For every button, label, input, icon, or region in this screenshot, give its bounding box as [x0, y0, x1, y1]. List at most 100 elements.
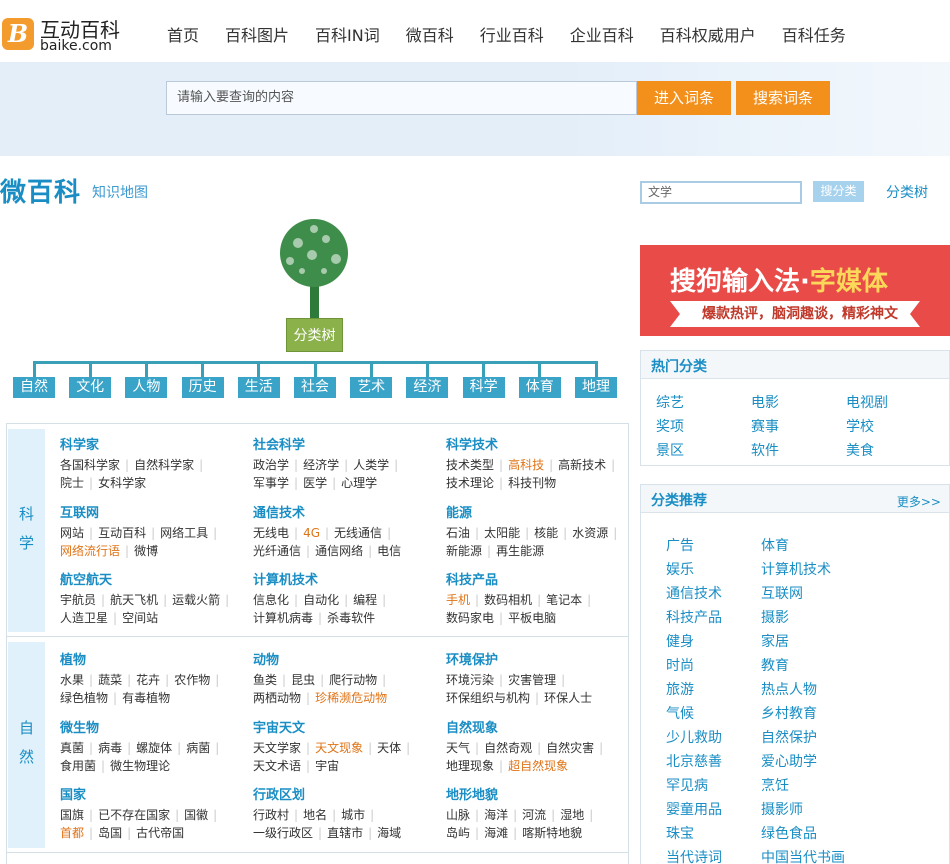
search-input[interactable]: 请输入要查询的内容 — [166, 81, 637, 115]
tree-category-6[interactable]: 艺术 — [350, 377, 393, 398]
hot-category-link[interactable]: 综艺 — [656, 392, 684, 412]
recommended-category-link[interactable]: 罕见病 — [666, 775, 708, 795]
recommended-category-link[interactable]: 科技产品 — [666, 607, 722, 627]
tree-category-0[interactable]: 自然 — [13, 377, 55, 398]
category-item-link[interactable]: 女科学家 — [98, 476, 146, 490]
category-item-link[interactable]: 各国科学家 — [60, 458, 120, 472]
tree-category-1[interactable]: 文化 — [69, 377, 112, 398]
category-item-link[interactable]: 高科技 — [508, 458, 544, 472]
tree-category-7[interactable]: 经济 — [406, 377, 449, 398]
category-item-link[interactable]: 手机 — [446, 593, 470, 607]
recommended-category-link[interactable]: 绿色食品 — [761, 823, 817, 843]
category-group-title[interactable]: 互联网 — [60, 502, 240, 521]
recommended-category-link[interactable]: 北京慈善 — [666, 751, 722, 771]
category-item-link[interactable]: 网络流行语 — [60, 544, 120, 558]
category-item-link[interactable]: 鱼类 — [253, 673, 277, 687]
category-item-link[interactable]: 网络工具 — [160, 526, 208, 540]
category-item-link[interactable]: 灾害管理 — [508, 673, 556, 687]
category-item-link[interactable]: 技术类型 — [446, 458, 494, 472]
tree-category-4[interactable]: 生活 — [237, 377, 280, 398]
category-item-link[interactable]: 数码相机 — [484, 593, 532, 607]
category-item-link[interactable]: 核能 — [534, 526, 558, 540]
recommended-category-link[interactable]: 体育 — [761, 535, 789, 555]
category-item-link[interactable]: 山脉 — [446, 808, 470, 822]
hot-category-link[interactable]: 美食 — [846, 440, 874, 460]
category-item-link[interactable]: 环境污染 — [446, 673, 494, 687]
category-item-link[interactable]: 爬行动物 — [329, 673, 377, 687]
category-item-link[interactable]: 河流 — [522, 808, 546, 822]
category-group-title[interactable]: 通信技术 — [253, 502, 433, 521]
category-item-link[interactable]: 平板电脑 — [508, 611, 556, 625]
category-item-link[interactable]: 螺旋体 — [136, 741, 172, 755]
category-item-link[interactable]: 海洋 — [484, 808, 508, 822]
tree-category-5[interactable]: 社会 — [294, 377, 336, 398]
category-item-link[interactable]: 人造卫星 — [60, 611, 108, 625]
category-item-link[interactable]: 宇航员 — [60, 593, 96, 607]
category-item-link[interactable]: 岛屿 — [446, 826, 470, 840]
section-side-label[interactable]: 科学 — [8, 429, 45, 632]
tree-category-3[interactable]: 历史 — [181, 377, 224, 398]
category-item-link[interactable]: 真菌 — [60, 741, 84, 755]
category-item-link[interactable]: 自然科学家 — [134, 458, 194, 472]
category-item-link[interactable]: 湿地 — [560, 808, 584, 822]
category-item-link[interactable]: 病菌 — [186, 741, 210, 755]
category-item-link[interactable]: 医学 — [303, 476, 327, 490]
category-search-button[interactable]: 搜分类 — [813, 181, 864, 202]
category-item-link[interactable]: 航天飞机 — [110, 593, 158, 607]
category-item-link[interactable]: 计算机病毒 — [253, 611, 313, 625]
category-item-link[interactable]: 已不存在国家 — [98, 808, 170, 822]
category-item-link[interactable]: 无线电 — [253, 526, 289, 540]
category-group-title[interactable]: 地形地貌 — [446, 784, 626, 803]
category-item-link[interactable]: 电信 — [377, 544, 401, 558]
category-group-title[interactable]: 科学技术 — [446, 434, 626, 453]
category-item-link[interactable]: 超自然现象 — [508, 759, 568, 773]
section-side-label[interactable]: 自然 — [8, 642, 45, 848]
category-item-link[interactable]: 数码家电 — [446, 611, 494, 625]
category-item-link[interactable]: 宇宙 — [315, 759, 339, 773]
category-item-link[interactable]: 自然灾害 — [546, 741, 594, 755]
category-group-title[interactable]: 航空航天 — [60, 569, 240, 588]
category-item-link[interactable]: 空间站 — [122, 611, 158, 625]
nav-home[interactable]: 首页 — [154, 24, 212, 48]
category-item-link[interactable]: 国徽 — [184, 808, 208, 822]
hot-category-link[interactable]: 奖项 — [656, 416, 684, 436]
category-group-title[interactable]: 行政区划 — [253, 784, 433, 803]
category-item-link[interactable]: 政治学 — [253, 458, 289, 472]
category-item-link[interactable]: 运载火箭 — [172, 593, 220, 607]
category-item-link[interactable]: 一级行政区 — [253, 826, 313, 840]
tree-category-9[interactable]: 体育 — [518, 377, 561, 398]
category-item-link[interactable]: 国旗 — [60, 808, 84, 822]
more-link[interactable]: 更多>> — [897, 493, 941, 510]
category-item-link[interactable]: 互动百科 — [98, 526, 146, 540]
category-item-link[interactable]: 再生能源 — [496, 544, 544, 558]
nav-tasks[interactable]: 百科任务 — [769, 24, 859, 48]
category-group-title[interactable]: 环境保护 — [446, 649, 626, 668]
category-item-link[interactable]: 新能源 — [446, 544, 482, 558]
category-group-title[interactable]: 植物 — [60, 649, 240, 668]
category-item-link[interactable]: 花卉 — [136, 673, 160, 687]
category-item-link[interactable]: 农作物 — [174, 673, 210, 687]
hot-category-link[interactable]: 软件 — [751, 440, 779, 460]
category-item-link[interactable]: 海滩 — [484, 826, 508, 840]
category-item-link[interactable]: 天文术语 — [253, 759, 301, 773]
recommended-category-link[interactable]: 广告 — [666, 535, 694, 555]
category-item-link[interactable]: 绿色植物 — [60, 691, 108, 705]
category-tree-link[interactable]: 分类树 — [886, 182, 928, 202]
category-item-link[interactable]: 笔记本 — [546, 593, 582, 607]
category-item-link[interactable]: 古代帝国 — [136, 826, 184, 840]
category-group-title[interactable]: 社会科学 — [253, 434, 433, 453]
category-item-link[interactable]: 军事学 — [253, 476, 289, 490]
category-item-link[interactable]: 经济学 — [303, 458, 339, 472]
recommended-category-link[interactable]: 娱乐 — [666, 559, 694, 579]
tree-category-2[interactable]: 人物 — [125, 377, 168, 398]
category-group-title[interactable]: 能源 — [446, 502, 626, 521]
search-entry-button[interactable]: 搜索词条 — [736, 81, 830, 115]
recommended-category-link[interactable]: 教育 — [761, 655, 789, 675]
recommended-category-link[interactable]: 摄影 — [761, 607, 789, 627]
category-item-link[interactable]: 地理现象 — [446, 759, 494, 773]
category-item-link[interactable]: 海域 — [377, 826, 401, 840]
category-item-link[interactable]: 技术理论 — [446, 476, 494, 490]
tree-category-10[interactable]: 地理 — [575, 377, 617, 398]
category-item-link[interactable]: 蔬菜 — [98, 673, 122, 687]
nav-in-words[interactable]: 百科IN词 — [302, 24, 393, 48]
